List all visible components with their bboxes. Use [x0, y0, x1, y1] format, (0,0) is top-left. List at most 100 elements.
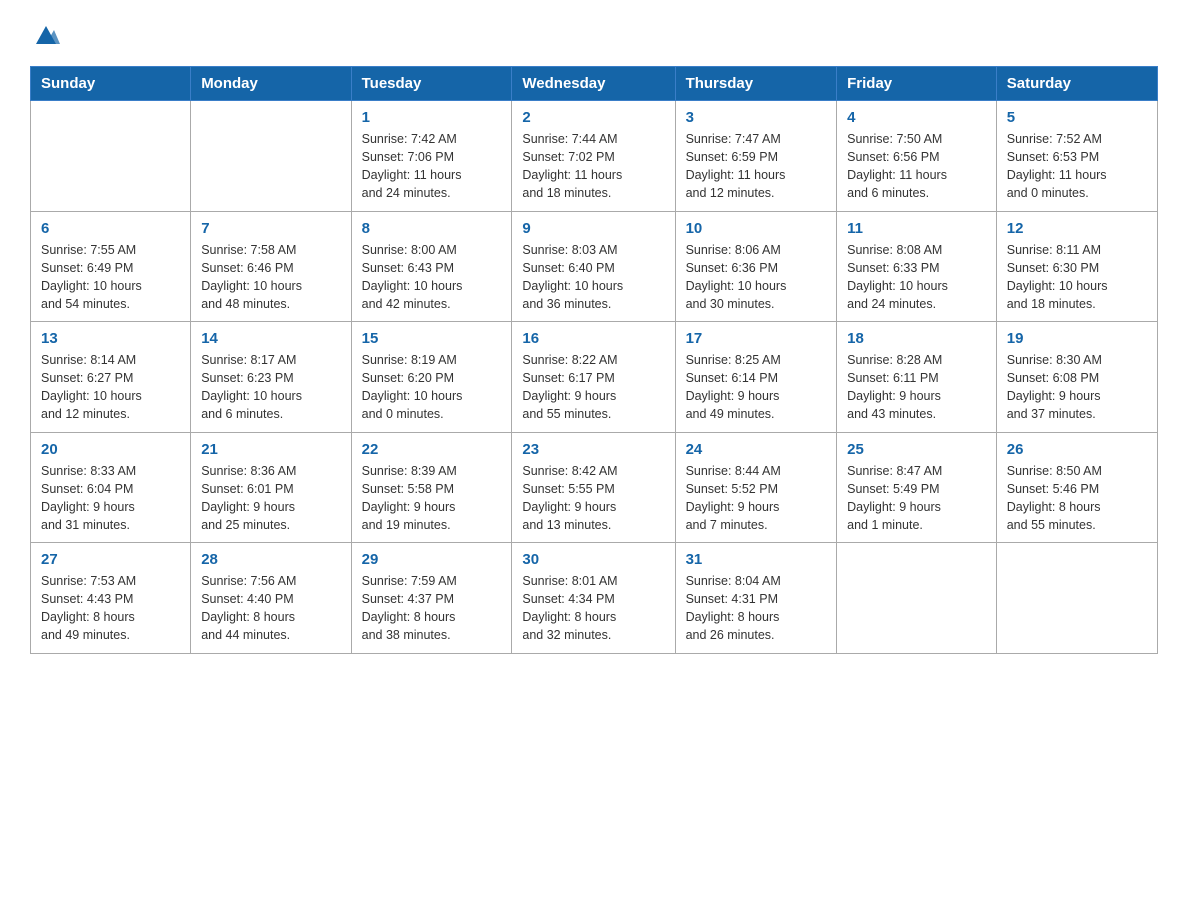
day-info: Sunrise: 8:25 AM Sunset: 6:14 PM Dayligh…: [686, 351, 827, 424]
calendar-cell: 24Sunrise: 8:44 AM Sunset: 5:52 PM Dayli…: [675, 432, 837, 543]
calendar-cell: [996, 543, 1157, 654]
day-number: 26: [1007, 441, 1147, 458]
calendar-cell: 31Sunrise: 8:04 AM Sunset: 4:31 PM Dayli…: [675, 543, 837, 654]
calendar-cell: 19 Sunrise: 8:30 AM Sunset: 6:08 PM Dayli…: [996, 322, 1157, 433]
day-info: Sunrise: 8:11 AM Sunset: 6:30 PM Dayligh…: [1007, 241, 1147, 314]
page-header: [30, 20, 1158, 48]
day-number: 1: [362, 109, 502, 126]
day-number: 19: [1007, 330, 1147, 347]
day-header-thursday: Thursday: [675, 67, 837, 101]
calendar-cell: 21 Sunrise: 8:36 AM Sunset: 6:01 PM Dayli…: [191, 432, 351, 543]
day-info: Sunrise: 8:28 AM Sunset: 6:11 PM Dayligh…: [847, 351, 986, 424]
week-row-2: 6 Sunrise: 7:55 AM Sunset: 6:49 PM Daylig…: [31, 211, 1158, 322]
day-info: Sunrise: 8:00 AM Sunset: 6:43 PM Dayligh…: [362, 241, 502, 314]
calendar-cell: 28 Sunrise: 7:56 AM Sunset: 4:40 PM Dayli…: [191, 543, 351, 654]
calendar-cell: 10Sunrise: 8:06 AM Sunset: 6:36 PM Dayli…: [675, 211, 837, 322]
calendar-cell: 18 Sunrise: 8:28 AM Sunset: 6:11 PM Dayli…: [837, 322, 997, 433]
calendar-cell: 20Sunrise: 8:33 AM Sunset: 6:04 PM Dayli…: [31, 432, 191, 543]
calendar-cell: 6 Sunrise: 7:55 AM Sunset: 6:49 PM Daylig…: [31, 211, 191, 322]
day-info: Sunrise: 8:06 AM Sunset: 6:36 PM Dayligh…: [686, 241, 827, 314]
day-number: 31: [686, 551, 827, 568]
day-info: Sunrise: 8:19 AM Sunset: 6:20 PM Dayligh…: [362, 351, 502, 424]
day-number: 29: [362, 551, 502, 568]
day-number: 13: [41, 330, 180, 347]
day-info: Sunrise: 7:59 AM Sunset: 4:37 PM Dayligh…: [362, 572, 502, 645]
day-number: 7: [201, 220, 340, 237]
day-number: 17: [686, 330, 827, 347]
day-header-tuesday: Tuesday: [351, 67, 512, 101]
day-info: Sunrise: 8:42 AM Sunset: 5:55 PM Dayligh…: [522, 462, 664, 535]
calendar-cell: 15 Sunrise: 8:19 AM Sunset: 6:20 PM Dayli…: [351, 322, 512, 433]
day-number: 4: [847, 109, 986, 126]
day-info: Sunrise: 8:39 AM Sunset: 5:58 PM Dayligh…: [362, 462, 502, 535]
calendar-cell: 4Sunrise: 7:50 AM Sunset: 6:56 PM Daylig…: [837, 101, 997, 212]
day-info: Sunrise: 7:58 AM Sunset: 6:46 PM Dayligh…: [201, 241, 340, 314]
day-number: 22: [362, 441, 502, 458]
calendar-cell: 26 Sunrise: 8:50 AM Sunset: 5:46 PM Dayli…: [996, 432, 1157, 543]
calendar-cell: 5 Sunrise: 7:52 AM Sunset: 6:53 PM Daylig…: [996, 101, 1157, 212]
day-info: Sunrise: 8:08 AM Sunset: 6:33 PM Dayligh…: [847, 241, 986, 314]
day-header-saturday: Saturday: [996, 67, 1157, 101]
day-header-monday: Monday: [191, 67, 351, 101]
day-number: 6: [41, 220, 180, 237]
day-info: Sunrise: 7:47 AM Sunset: 6:59 PM Dayligh…: [686, 130, 827, 203]
calendar-cell: 3 Sunrise: 7:47 AM Sunset: 6:59 PM Daylig…: [675, 101, 837, 212]
day-number: 24: [686, 441, 827, 458]
calendar-cell: 16 Sunrise: 8:22 AM Sunset: 6:17 PM Dayli…: [512, 322, 675, 433]
day-number: 27: [41, 551, 180, 568]
day-number: 28: [201, 551, 340, 568]
day-info: Sunrise: 8:33 AM Sunset: 6:04 PM Dayligh…: [41, 462, 180, 535]
calendar-cell: 1Sunrise: 7:42 AM Sunset: 7:06 PM Daylig…: [351, 101, 512, 212]
calendar-cell: 13 Sunrise: 8:14 AM Sunset: 6:27 PM Dayli…: [31, 322, 191, 433]
calendar-header-row: SundayMondayTuesdayWednesdayThursdayFrid…: [31, 67, 1158, 101]
logo-icon: [32, 20, 60, 48]
week-row-1: 1Sunrise: 7:42 AM Sunset: 7:06 PM Daylig…: [31, 101, 1158, 212]
day-number: 9: [522, 220, 664, 237]
day-number: 14: [201, 330, 340, 347]
day-info: Sunrise: 7:53 AM Sunset: 4:43 PM Dayligh…: [41, 572, 180, 645]
day-number: 2: [522, 109, 664, 126]
day-info: Sunrise: 8:17 AM Sunset: 6:23 PM Dayligh…: [201, 351, 340, 424]
day-info: Sunrise: 8:47 AM Sunset: 5:49 PM Dayligh…: [847, 462, 986, 535]
day-number: 11: [847, 220, 986, 237]
day-number: 5: [1007, 109, 1147, 126]
calendar-cell: 14 Sunrise: 8:17 AM Sunset: 6:23 PM Dayli…: [191, 322, 351, 433]
day-number: 30: [522, 551, 664, 568]
calendar-table: SundayMondayTuesdayWednesdayThursdayFrid…: [30, 66, 1158, 654]
calendar-cell: 17 Sunrise: 8:25 AM Sunset: 6:14 PM Dayli…: [675, 322, 837, 433]
week-row-4: 20Sunrise: 8:33 AM Sunset: 6:04 PM Dayli…: [31, 432, 1158, 543]
day-header-friday: Friday: [837, 67, 997, 101]
day-number: 18: [847, 330, 986, 347]
day-number: 3: [686, 109, 827, 126]
day-number: 16: [522, 330, 664, 347]
calendar-cell: 29 Sunrise: 7:59 AM Sunset: 4:37 PM Dayli…: [351, 543, 512, 654]
calendar-cell: 23 Sunrise: 8:42 AM Sunset: 5:55 PM Dayli…: [512, 432, 675, 543]
day-info: Sunrise: 8:30 AM Sunset: 6:08 PM Dayligh…: [1007, 351, 1147, 424]
day-number: 25: [847, 441, 986, 458]
calendar-cell: [31, 101, 191, 212]
day-info: Sunrise: 7:52 AM Sunset: 6:53 PM Dayligh…: [1007, 130, 1147, 203]
day-info: Sunrise: 7:56 AM Sunset: 4:40 PM Dayligh…: [201, 572, 340, 645]
day-info: Sunrise: 7:44 AM Sunset: 7:02 PM Dayligh…: [522, 130, 664, 203]
calendar-cell: 7 Sunrise: 7:58 AM Sunset: 6:46 PM Daylig…: [191, 211, 351, 322]
logo: [30, 20, 60, 48]
calendar-cell: 11 Sunrise: 8:08 AM Sunset: 6:33 PM Dayli…: [837, 211, 997, 322]
day-info: Sunrise: 8:03 AM Sunset: 6:40 PM Dayligh…: [522, 241, 664, 314]
day-number: 21: [201, 441, 340, 458]
week-row-5: 27 Sunrise: 7:53 AM Sunset: 4:43 PM Dayli…: [31, 543, 1158, 654]
day-info: Sunrise: 8:01 AM Sunset: 4:34 PM Dayligh…: [522, 572, 664, 645]
day-number: 15: [362, 330, 502, 347]
day-info: Sunrise: 8:50 AM Sunset: 5:46 PM Dayligh…: [1007, 462, 1147, 535]
calendar-cell: 12 Sunrise: 8:11 AM Sunset: 6:30 PM Dayli…: [996, 211, 1157, 322]
day-number: 12: [1007, 220, 1147, 237]
day-number: 8: [362, 220, 502, 237]
day-info: Sunrise: 8:14 AM Sunset: 6:27 PM Dayligh…: [41, 351, 180, 424]
day-info: Sunrise: 8:36 AM Sunset: 6:01 PM Dayligh…: [201, 462, 340, 535]
day-number: 23: [522, 441, 664, 458]
day-info: Sunrise: 7:55 AM Sunset: 6:49 PM Dayligh…: [41, 241, 180, 314]
calendar-cell: [191, 101, 351, 212]
calendar-cell: 22 Sunrise: 8:39 AM Sunset: 5:58 PM Dayli…: [351, 432, 512, 543]
calendar-cell: 27 Sunrise: 7:53 AM Sunset: 4:43 PM Dayli…: [31, 543, 191, 654]
day-info: Sunrise: 8:22 AM Sunset: 6:17 PM Dayligh…: [522, 351, 664, 424]
calendar-cell: [837, 543, 997, 654]
